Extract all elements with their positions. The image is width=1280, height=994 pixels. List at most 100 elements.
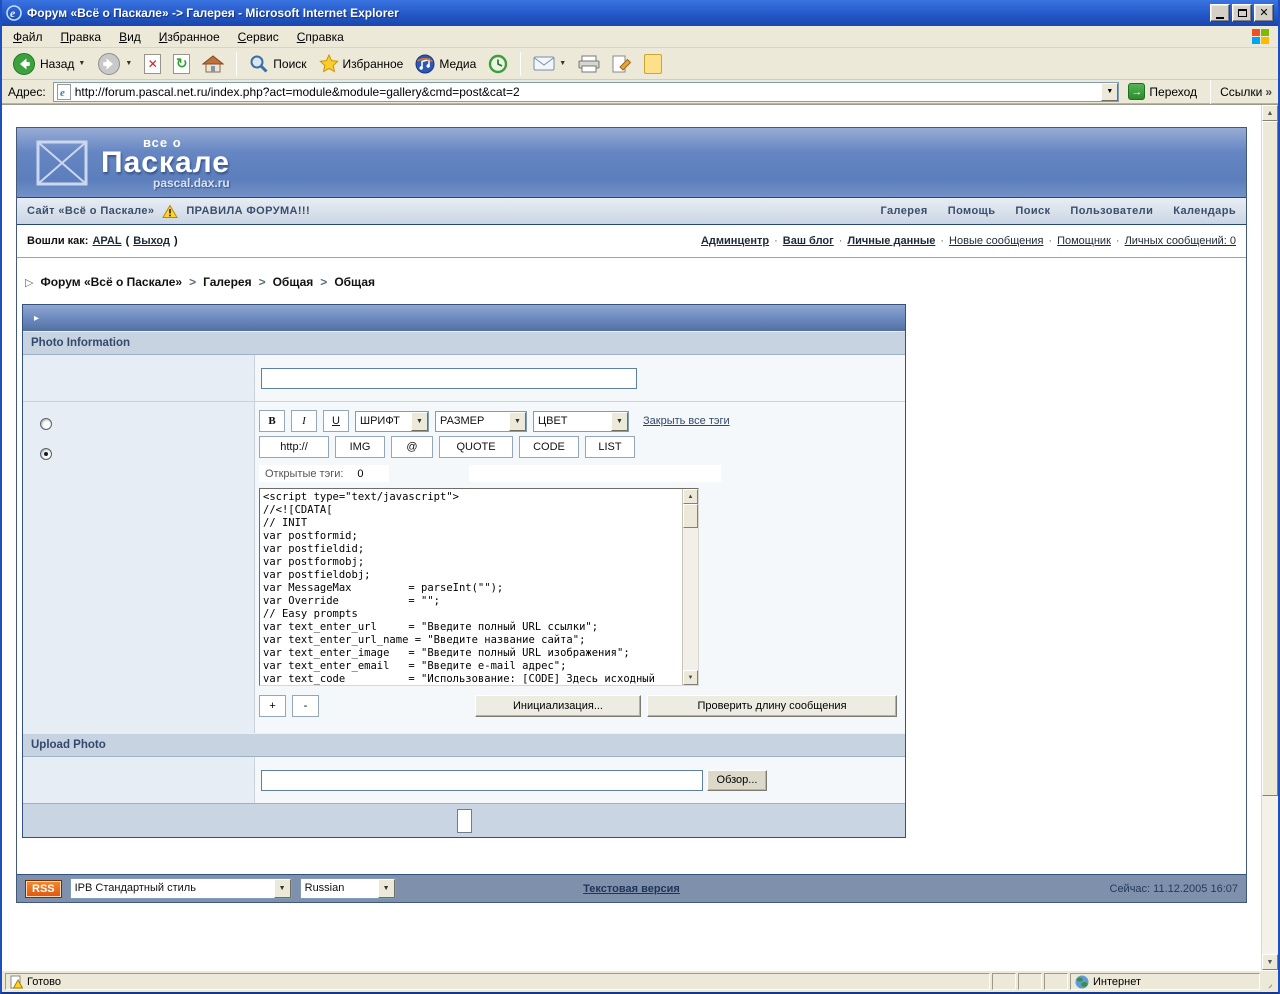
search-label: Поиск	[273, 57, 306, 71]
maximize-icon	[1238, 9, 1247, 17]
back-button[interactable]: Назад ▼	[8, 50, 89, 78]
italic-button[interactable]: I	[291, 410, 317, 432]
chevron-right-icon: »	[1265, 85, 1272, 99]
logout-link[interactable]: Выход	[133, 235, 170, 247]
refresh-button[interactable]: ↻	[169, 52, 194, 76]
menu-tools[interactable]: Сервис	[229, 27, 288, 47]
back-dropdown-icon[interactable]: ▼	[78, 60, 85, 67]
edit-button[interactable]	[608, 53, 636, 75]
mail-button[interactable]: ▼	[529, 54, 570, 74]
browse-button[interactable]: Обзор...	[707, 770, 767, 791]
message-textarea[interactable]: <script type="text/javascript"> //<![CDA…	[259, 488, 699, 686]
private-messages-link[interactable]: Личных сообщений: 0	[1125, 235, 1236, 247]
list-button[interactable]: LIST	[585, 436, 635, 458]
decrease-button[interactable]: -	[292, 695, 319, 717]
increase-button[interactable]: +	[259, 695, 286, 717]
scroll-down-icon[interactable]: ▼	[1262, 954, 1278, 970]
language-select[interactable]: Russian ▼	[300, 878, 396, 899]
scroll-up-icon[interactable]: ▲	[1262, 105, 1278, 121]
vertical-scrollbar[interactable]: ▲ ▼	[1261, 105, 1278, 970]
menu-view[interactable]: Вид	[110, 27, 150, 47]
discuss-button[interactable]	[640, 52, 666, 76]
email-button[interactable]: @	[391, 436, 433, 458]
font-select[interactable]: ШРИФТ ▼	[355, 411, 429, 432]
address-input[interactable]: e http://forum.pascal.net.ru/index.php?a…	[53, 82, 1120, 102]
broken-image-placeholder	[457, 809, 472, 833]
menu-edit[interactable]: Правка	[52, 27, 111, 47]
address-dropdown-button[interactable]: ▼	[1101, 83, 1118, 101]
scrollbar-thumb[interactable]	[1262, 121, 1278, 796]
stop-button[interactable]: ✕	[140, 52, 165, 76]
bold-button[interactable]: B	[259, 410, 285, 432]
nav-rules-link[interactable]: ПРАВИЛА ФОРУМА!!!	[186, 205, 310, 217]
scroll-down-icon[interactable]: ▼	[683, 670, 698, 685]
nav-help-link[interactable]: Помощь	[948, 205, 996, 217]
skin-select[interactable]: IPB Стандартный стиль ▼	[70, 878, 292, 899]
forward-dropdown-icon[interactable]: ▼	[125, 60, 132, 67]
personal-data-link[interactable]: Личные данные	[847, 235, 935, 247]
media-button[interactable]: Медиа	[411, 52, 480, 76]
underline-button[interactable]: U	[323, 410, 349, 432]
maximize-button[interactable]	[1232, 4, 1252, 22]
menu-file[interactable]: Файл	[4, 27, 52, 47]
search-icon	[249, 54, 269, 74]
favorites-button[interactable]: Избранное	[315, 52, 408, 76]
admin-center-link[interactable]: Админцентр	[701, 235, 769, 247]
close-all-tags-link[interactable]: Закрыть все тэги	[643, 415, 730, 427]
quote-button[interactable]: QUOTE	[439, 436, 513, 458]
resize-grip[interactable]	[1262, 973, 1276, 990]
new-messages-link[interactable]: Новые сообщения	[949, 235, 1043, 247]
go-button[interactable]: → Переход	[1124, 82, 1201, 101]
minimize-button[interactable]	[1210, 4, 1230, 22]
breadcrumb-category[interactable]: Общая	[273, 275, 314, 289]
menu-help[interactable]: Справка	[288, 27, 353, 47]
close-button[interactable]: ✕	[1254, 4, 1274, 22]
nav-search-link[interactable]: Поиск	[1015, 205, 1050, 217]
upload-file-input[interactable]	[261, 770, 703, 791]
nav-site-link[interactable]: Сайт «Всё о Паскале»	[27, 205, 154, 217]
separator-dot: ·	[839, 235, 843, 247]
breadcrumb-album[interactable]: Общая	[334, 275, 375, 289]
rss-button[interactable]: RSS	[25, 880, 62, 898]
scrollbar-thumb[interactable]	[683, 504, 698, 528]
size-select[interactable]: РАЗМЕР ▼	[435, 411, 527, 432]
breadcrumb-forum[interactable]: Форум «Всё о Паскале»	[40, 275, 182, 289]
history-button[interactable]	[484, 52, 512, 76]
username-link[interactable]: APAL	[92, 235, 121, 247]
text-version-link[interactable]: Текстовая версия	[583, 883, 680, 895]
mail-icon	[533, 56, 555, 72]
forward-button[interactable]: ▼	[93, 50, 136, 78]
your-blog-link[interactable]: Ваш блог	[783, 235, 834, 247]
http-button[interactable]: http://	[259, 436, 329, 458]
breadcrumb-gallery[interactable]: Галерея	[203, 275, 251, 289]
search-button[interactable]: Поиск	[245, 52, 310, 76]
language-select-value: Russian	[301, 879, 378, 898]
print-button[interactable]	[574, 53, 604, 75]
textarea-scrollbar[interactable]: ▲ ▼	[682, 489, 698, 685]
radio-option-1[interactable]	[40, 418, 52, 430]
code-button[interactable]: CODE	[519, 436, 579, 458]
scroll-up-icon[interactable]: ▲	[683, 489, 698, 504]
assistant-link[interactable]: Помощник	[1057, 235, 1111, 247]
home-button[interactable]	[198, 52, 228, 76]
nav-gallery-link[interactable]: Галерея	[881, 205, 928, 217]
chevron-down-icon: ▼	[274, 879, 291, 898]
nav-calendar-link[interactable]: Календарь	[1173, 205, 1236, 217]
radio-option-2[interactable]	[40, 448, 52, 460]
menu-favorites[interactable]: Избранное	[150, 27, 229, 47]
form-footer	[23, 803, 905, 837]
links-bar[interactable]: Ссылки »	[1220, 85, 1274, 99]
initialize-button[interactable]: Инициализация...	[475, 695, 641, 717]
photo-title-input[interactable]	[261, 368, 637, 389]
img-button[interactable]: IMG	[335, 436, 385, 458]
mail-dropdown-icon[interactable]: ▼	[559, 60, 566, 67]
forum-header-banner[interactable]: все о Паскале pascal.dax.ru	[17, 128, 1246, 198]
color-select[interactable]: ЦВЕТ ▼	[533, 411, 629, 432]
logged-in-label: Вошли как:	[27, 235, 88, 247]
check-length-button[interactable]: Проверить длину сообщения	[647, 695, 897, 717]
board-footer: RSS IPB Стандартный стиль ▼ Russian ▼ Те…	[17, 874, 1246, 902]
message-text[interactable]: <script type="text/javascript"> //<![CDA…	[260, 489, 682, 685]
photo-info-header: Photo Information	[23, 331, 905, 355]
nav-members-link[interactable]: Пользователи	[1070, 205, 1153, 217]
go-label: Переход	[1149, 85, 1197, 99]
